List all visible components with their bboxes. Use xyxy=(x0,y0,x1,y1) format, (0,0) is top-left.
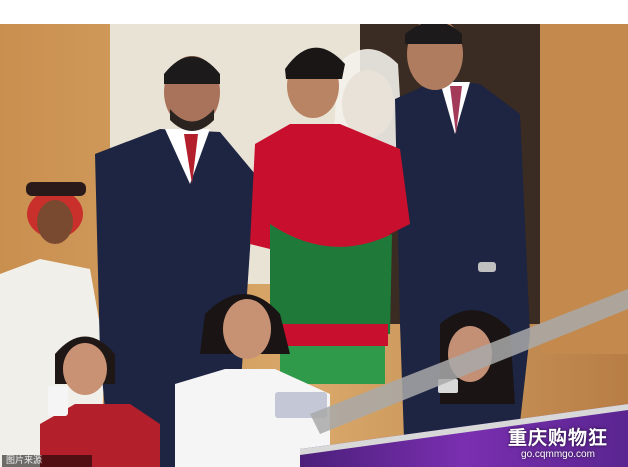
photo-credit-label: 图片来源 xyxy=(2,455,92,467)
watermark: 重庆购物狂 go.cqmmgo.com xyxy=(508,427,608,461)
stadium-photo xyxy=(0,24,628,467)
watermark-url: go.cqmmgo.com xyxy=(521,449,595,460)
watermark-title: 重庆购物狂 xyxy=(507,427,608,449)
photo-credit-text: 图片来源 xyxy=(6,456,43,466)
page: 图片来源 重庆购物狂 go.cqmmgo.com xyxy=(0,0,628,467)
